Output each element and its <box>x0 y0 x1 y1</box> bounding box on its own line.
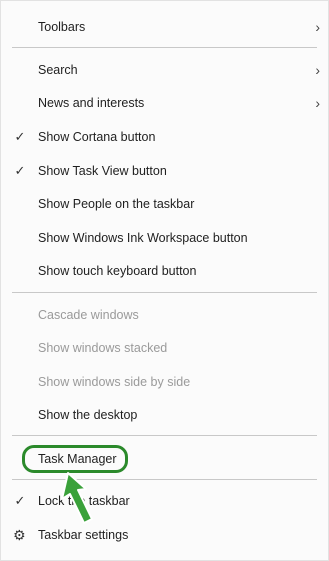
menu-item-show-the-desktop[interactable]: Show the desktop <box>1 400 329 430</box>
menu-item-label: Show Cortana button <box>38 130 156 144</box>
menu-item-show-people[interactable]: Show People on the taskbar <box>1 189 329 219</box>
menu-item-label: Show windows stacked <box>38 341 168 355</box>
menu-item-show-windows-stacked: Show windows stacked <box>1 333 329 363</box>
gear-icon: ⚙ <box>13 526 26 543</box>
menu-item-search[interactable]: Search › <box>1 55 329 85</box>
menu-item-label: Show Windows Ink Workspace button <box>38 231 248 245</box>
pointer-arrow-icon <box>61 472 93 524</box>
menu-item-label: Show People on the taskbar <box>38 197 195 211</box>
checkmark-icon: ✓ <box>14 129 26 144</box>
menu-item-news-and-interests[interactable]: News and interests › <box>1 88 329 118</box>
menu-item-label: Show touch keyboard button <box>38 264 197 278</box>
checkmark-icon: ✓ <box>14 493 26 508</box>
menu-item-label: Show Task View button <box>38 164 167 178</box>
chevron-right-icon: › <box>315 95 320 111</box>
menu-separator <box>12 292 317 293</box>
menu-item-label: News and interests <box>38 96 145 110</box>
menu-item-lock-the-taskbar[interactable]: ✓ Lock the taskbar <box>1 486 329 516</box>
menu-item-taskbar-settings[interactable]: ⚙ Taskbar settings <box>1 520 329 550</box>
menu-item-label: Taskbar settings <box>38 528 129 542</box>
chevron-right-icon: › <box>315 62 320 78</box>
menu-item-label: Search <box>38 63 78 77</box>
menu-item-label: Cascade windows <box>38 308 139 322</box>
taskbar-context-menu: Toolbars › Search › News and interests ›… <box>0 0 329 561</box>
checkmark-icon: ✓ <box>14 163 26 178</box>
menu-separator <box>12 435 317 436</box>
menu-item-show-windows-ink[interactable]: Show Windows Ink Workspace button <box>1 223 329 253</box>
menu-item-toolbars[interactable]: Toolbars › <box>1 12 329 42</box>
menu-item-show-cortana-button[interactable]: ✓ Show Cortana button <box>1 122 329 152</box>
menu-separator <box>12 47 317 48</box>
menu-item-show-task-view-button[interactable]: ✓ Show Task View button <box>1 156 329 186</box>
menu-item-cascade-windows: Cascade windows <box>1 300 329 330</box>
menu-item-show-touch-keyboard[interactable]: Show touch keyboard button <box>1 256 329 286</box>
chevron-right-icon: › <box>315 19 320 35</box>
menu-item-show-windows-side-by-side: Show windows side by side <box>1 367 329 397</box>
menu-item-label: Show the desktop <box>38 408 138 422</box>
menu-item-label: Show windows side by side <box>38 375 191 389</box>
menu-item-label: Toolbars <box>38 20 86 34</box>
